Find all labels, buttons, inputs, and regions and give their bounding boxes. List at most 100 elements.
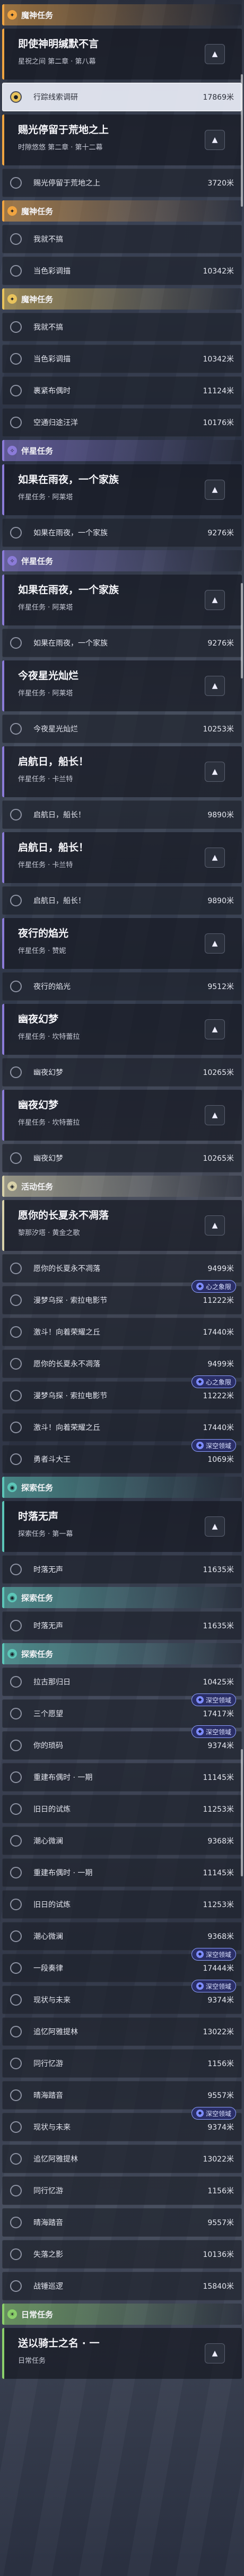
- scrollbar-thumb[interactable]: [241, 1749, 243, 1876]
- quest-step-row[interactable]: 如果在雨夜，一个家族 9276米: [2, 629, 242, 657]
- scrollbar-thumb[interactable]: [241, 74, 243, 207]
- step-name: 漫梦乌探 · 索拉电影节: [33, 1392, 108, 1400]
- quest-step-row[interactable]: 失落之影 10136米: [2, 2240, 242, 2269]
- collapse-button[interactable]: ▲: [205, 44, 225, 64]
- quest-step-row[interactable]: 当色彩调描 10342米: [2, 257, 242, 285]
- quest-card[interactable]: 送以骑士之名 · 一日常任务 ▲: [2, 2328, 242, 2379]
- category-header[interactable]: ◉ 探索任务: [2, 1587, 242, 1608]
- quest-card[interactable]: 幽夜幻梦 伴星任务 · 坎特蕾拉 ▲: [2, 1004, 242, 1055]
- quest-step-row[interactable]: 激斗！向着荣耀之丘 17440米: [2, 1413, 242, 1442]
- quest-step-row[interactable]: 追忆阿雅提林 13022米: [2, 2145, 242, 2173]
- quest-card[interactable]: 启航日，船长！ 伴星任务 · 卡兰特 ▲: [2, 746, 242, 797]
- collapse-button[interactable]: ▲: [205, 1516, 225, 1537]
- quest-step-row[interactable]: 你的琐码 9374米 ◆ 深空领域: [2, 1725, 242, 1760]
- quest-step-row[interactable]: 漫梦乌探 · 索拉电影节 11222米 ◆ 心之象限: [2, 1375, 242, 1410]
- step-status-icon: [10, 1994, 22, 2006]
- quest-step-row[interactable]: 战锤巡逻 15840米: [2, 2272, 242, 2300]
- quest-step-row[interactable]: 潮心微澜 9368米: [2, 1827, 242, 1855]
- collapse-button[interactable]: ▲: [205, 480, 225, 500]
- quest-card[interactable]: 如果在雨夜，一个家族 伴星任务 · 阿莱塔 ▲: [2, 464, 242, 515]
- region-badge-icon: ◆: [196, 1982, 204, 1990]
- quest-step-row[interactable]: 时落无声 11635米: [2, 1611, 242, 1640]
- quest-step-row[interactable]: 裹紧布偶时 11124米: [2, 376, 242, 405]
- quest-step-row[interactable]: 我就不搞: [2, 313, 242, 341]
- step-name: 夜行的焰光: [33, 983, 71, 991]
- collapse-button[interactable]: ▲: [205, 2343, 225, 2363]
- collapse-button[interactable]: ▲: [205, 762, 225, 782]
- quest-step-row[interactable]: 重建布偶时 · 一期 11145米: [2, 1858, 242, 1887]
- quest-step-row[interactable]: 激斗！向着荣耀之丘 17440米: [2, 1318, 242, 1346]
- quest-card[interactable]: 即使神明缄默不言 星祝之间 第二章 · 第八幕 ▲: [2, 29, 242, 80]
- quest-card[interactable]: 幽夜幻梦 伴星任务 · 坎特蕾拉 ▲: [2, 1090, 242, 1141]
- collapse-button[interactable]: ▲: [205, 933, 225, 954]
- quest-step-row[interactable]: 拉古那归日 10425米: [2, 1668, 242, 1696]
- quest-step-row[interactable]: 现状与未来 9374米 ◆ 深空领域: [2, 1980, 242, 2014]
- quest-step-row[interactable]: 漫梦乌探 · 索拉电影节 11222米 ◆ 心之象限: [2, 1280, 242, 1315]
- quest-step-row[interactable]: 当色彩调描 10342米: [2, 345, 242, 373]
- category-header[interactable]: ✦ 魔神任务: [2, 200, 242, 222]
- quest-step-row[interactable]: ● 行踪线索调研 17869米: [2, 83, 242, 111]
- quest-card[interactable]: 时落无声 探索任务 · 第一幕 ▲: [2, 1501, 242, 1552]
- step-name: 同行忆游: [33, 2187, 63, 2195]
- quest-step-row[interactable]: 空通归途汪洋 10176米: [2, 408, 242, 437]
- scrollbar-thumb[interactable]: [241, 583, 243, 678]
- step-status-icon: ●: [10, 91, 22, 103]
- quest-step-row[interactable]: 启航日，船长！ 9890米: [2, 886, 242, 915]
- quest-step-row[interactable]: 勇者斗大王 1069米 ◆ 深空领域: [2, 1439, 242, 1474]
- step-status-icon: [10, 1771, 22, 1783]
- quest-step-row[interactable]: 赐光停留于荒地之上 3720米: [2, 169, 242, 197]
- category-header[interactable]: ✧ 伴星任务: [2, 550, 242, 571]
- category-header[interactable]: ☀ 日常任务: [2, 2304, 242, 2325]
- quest-step-row[interactable]: 幽夜幻梦 10265米: [2, 1144, 242, 1172]
- category-header[interactable]: ✧ 伴星任务: [2, 440, 242, 461]
- step-name: 时落无声: [33, 1566, 63, 1574]
- quest-step-row[interactable]: 旧日的试炼 11253米: [2, 1890, 242, 1919]
- step-name: 勇者斗大王: [33, 1455, 71, 1464]
- quest-card[interactable]: 今夜星光灿烂 伴星任务 · 阿莱塔 ▲: [2, 660, 242, 711]
- quest-step-row[interactable]: 潮心微澜 9368米: [2, 1922, 242, 1951]
- quest-card[interactable]: 夜行的焰光 伴星任务 · 赞妮 ▲: [2, 918, 242, 969]
- step-name: 如果在雨夜，一个家族: [33, 529, 108, 537]
- collapse-button[interactable]: ▲: [205, 848, 225, 868]
- quest-step-row[interactable]: 愿你的长夏永不凋落 9499米: [2, 1349, 242, 1378]
- quest-step-row[interactable]: 夜行的焰光 9512米: [2, 972, 242, 1001]
- collapse-button[interactable]: ▲: [205, 130, 225, 150]
- quest-card[interactable]: 赐光停留于荒地之上 时隙悠悠 第二章 · 第十二幕 ▲: [2, 114, 242, 165]
- quest-step-row[interactable]: 幽夜幻梦 10265米: [2, 1058, 242, 1087]
- quest-step-row[interactable]: 晴海踏音 9557米: [2, 2208, 242, 2237]
- quest-step-row[interactable]: 同行忆游 1156米: [2, 2049, 242, 2078]
- region-badge-label: 深空领域: [205, 1982, 231, 1990]
- quest-step-row[interactable]: 现状与未来 9374米 ◆ 深空领域: [2, 2107, 242, 2141]
- quest-list[interactable]: ✦ 魔神任务 即使神明缄默不言 星祝之间 第二章 · 第八幕 ▲ ● 行踪线索调研 17869…: [0, 0, 244, 2379]
- quest-step-row[interactable]: 重建布偶时 · 一期 11145米: [2, 1763, 242, 1792]
- quest-step-row[interactable]: 如果在雨夜，一个家族 9276米: [2, 518, 242, 547]
- step-name: 空通归途汪洋: [33, 419, 78, 427]
- quest-step-row[interactable]: 追忆阿雅提林 13022米: [2, 2017, 242, 2046]
- collapse-button[interactable]: ▲: [205, 1215, 225, 1236]
- quest-step-row[interactable]: 今夜星光灿烂 10253米: [2, 714, 242, 743]
- category-header[interactable]: ◉ 探索任务: [2, 1477, 242, 1498]
- category-header[interactable]: ✦ 魔神任务: [2, 288, 242, 310]
- quest-step-row[interactable]: 时落无声 11635米: [2, 1555, 242, 1584]
- quest-step-row[interactable]: 启航日，船长！ 9890米: [2, 800, 242, 829]
- step-distance: 11222米: [203, 1296, 234, 1305]
- step-distance: 10425米: [203, 1678, 234, 1687]
- quest-step-row[interactable]: 旧日的试炼 11253米: [2, 1795, 242, 1823]
- quest-card[interactable]: 启航日，船长！ 伴星任务 · 卡兰特 ▲: [2, 832, 242, 883]
- quest-step-row[interactable]: 愿你的长夏永不凋落 9499米: [2, 1254, 242, 1283]
- quest-step-row[interactable]: 晴海踏音 9557米: [2, 2081, 242, 2110]
- quest-step-row[interactable]: 同行忆游 1156米: [2, 2176, 242, 2205]
- collapse-button[interactable]: ▲: [205, 590, 225, 610]
- quest-card[interactable]: 愿你的长夏永不凋落 黎那汐塔 · 黄金之歌 ▲: [2, 1200, 242, 1251]
- collapse-button[interactable]: ▲: [205, 676, 225, 696]
- category-header[interactable]: ✦ 魔神任务: [2, 4, 242, 25]
- quest-step-row[interactable]: 我就不搞: [2, 225, 242, 253]
- quest-step-row[interactable]: 一段奏律 17444米 ◆ 深空领域: [2, 1948, 242, 1982]
- category-label: 探索任务: [21, 1483, 54, 1493]
- category-header[interactable]: ◉ 探索任务: [2, 1643, 242, 1664]
- quest-step-row[interactable]: 三个愿望 17417米 ◆ 深空领域: [2, 1693, 242, 1728]
- quest-card[interactable]: 如果在雨夜，一个家族 伴星任务 · 阿莱塔 ▲: [2, 575, 242, 625]
- collapse-button[interactable]: ▲: [205, 1105, 225, 1125]
- category-header[interactable]: ◈ 活动任务: [2, 1176, 242, 1197]
- collapse-button[interactable]: ▲: [205, 1019, 225, 1039]
